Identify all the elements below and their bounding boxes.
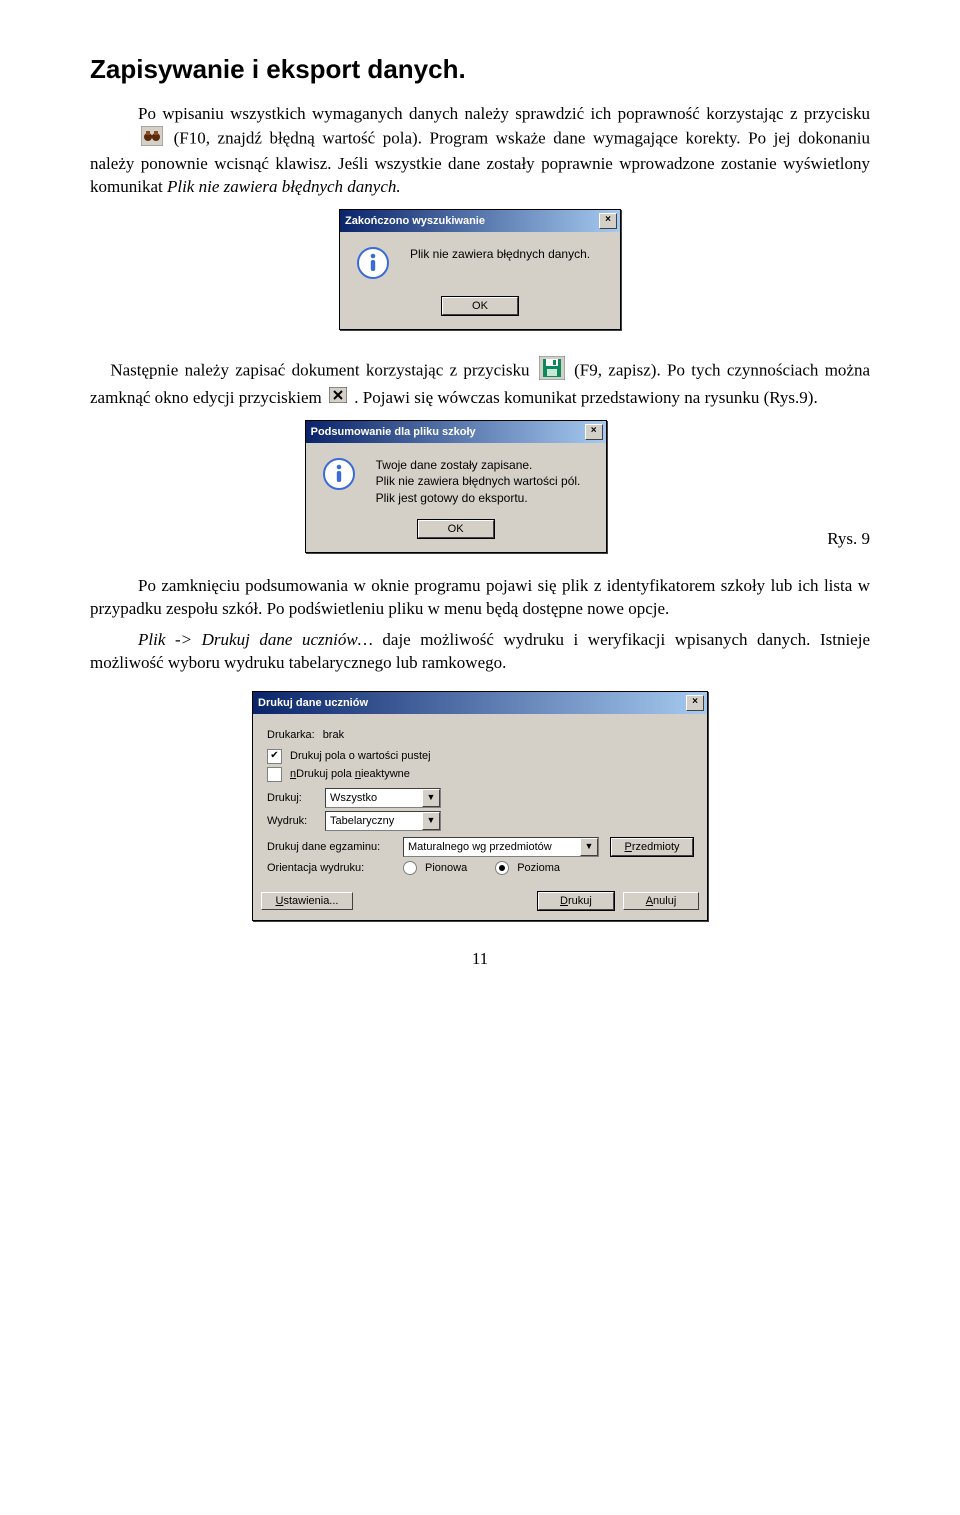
dialog1-message: Plik nie zawiera błędnych danych. — [410, 246, 590, 262]
ustawienia-button[interactable]: Ustawienia... — [261, 892, 353, 910]
anuluj-button[interactable]: Anuluj — [623, 892, 699, 910]
checkbox-inactive-fields-label: nDrukuj pola nieaktywneDrukuj pola nieak… — [290, 768, 410, 780]
wydruk-label: Wydruk: — [267, 815, 317, 827]
floppy-save-icon — [539, 356, 565, 387]
page-number: 11 — [90, 949, 870, 969]
drukuj-label: Drukuj: — [267, 792, 317, 804]
dialog-summary: Podsumowanie dla pliku szkoły × Twoje da… — [305, 420, 607, 553]
close-icon[interactable]: × — [686, 695, 704, 711]
dialog1-title: Zakończono wyszukiwanie — [345, 215, 485, 227]
exam-select[interactable]: Maturalnego wg przedmiotów ▼ — [403, 837, 599, 857]
figure-caption: Rys. 9 — [827, 529, 870, 549]
paragraph-4: Plik -> Drukuj dane uczniów… daje możliw… — [90, 629, 870, 675]
page-title: Zapisywanie i eksport danych. — [90, 54, 870, 85]
para2-part-a: Następnie należy zapisać dokument korzys… — [110, 360, 536, 379]
dialog2-message: Twoje dane zostały zapisane. Plik nie za… — [376, 457, 581, 506]
exam-label: Drukuj dane egzaminu: — [267, 841, 395, 853]
radio-landscape-label: Pozioma — [517, 862, 560, 874]
paragraph-2: Następnie należy zapisać dokument korzys… — [90, 356, 870, 411]
checkbox-inactive-fields[interactable] — [267, 767, 282, 782]
printer-row: Drukarka: brak — [267, 729, 693, 741]
dialog2-line3: Plik jest gotowy do eksportu. — [376, 490, 581, 506]
printer-value: brak — [323, 729, 344, 741]
wydruk-select[interactable]: Tabelaryczny ▼ — [325, 811, 441, 831]
chevron-down-icon: ▼ — [422, 789, 440, 807]
para2-part-c: . Pojawi się wówczas komunikat przedstaw… — [354, 388, 817, 407]
paragraph-1: Po wpisaniu wszystkich wymaganych danych… — [90, 103, 870, 199]
dialog3-title: Drukuj dane uczniów — [258, 697, 368, 709]
ok-button[interactable]: OK — [418, 520, 494, 538]
printer-label: Drukarka: — [267, 729, 315, 741]
dialog-search-complete: Zakończono wyszukiwanie × Plik nie zawie… — [339, 209, 621, 330]
dialog2-line2: Plik nie zawiera błędnych wartości pól. — [376, 473, 581, 489]
drukuj-select[interactable]: Wszystko ▼ — [325, 788, 441, 808]
close-icon[interactable]: × — [599, 213, 617, 229]
chevron-down-icon: ▼ — [580, 838, 598, 856]
binoculars-icon — [93, 126, 163, 153]
checkbox-empty-fields-label: Drukuj pola o wartości pustej — [290, 750, 431, 762]
para1-part-a: Po wpisaniu wszystkich wymaganych danych… — [138, 104, 870, 123]
info-icon — [322, 457, 356, 494]
info-icon — [356, 246, 390, 283]
para1-emphasis: Plik nie zawiera błędnych danych. — [167, 177, 401, 196]
close-window-icon — [329, 387, 347, 410]
radio-portrait-label: Pionowa — [425, 862, 467, 874]
close-icon[interactable]: × — [585, 424, 603, 440]
wydruk-value: Tabelaryczny — [330, 815, 394, 827]
dialog-print: Drukuj dane uczniów × Drukarka: brak ✔ D… — [252, 691, 708, 921]
ok-button[interactable]: OK — [442, 297, 518, 315]
checkbox-empty-fields[interactable]: ✔ — [267, 749, 282, 764]
chevron-down-icon: ▼ — [422, 812, 440, 830]
drukuj-button[interactable]: Drukuj — [538, 892, 614, 910]
drukuj-value: Wszystko — [330, 792, 377, 804]
przedmioty-button[interactable]: PPrzedmiotyrzedmioty — [611, 838, 693, 856]
dialog2-line1: Twoje dane zostały zapisane. — [376, 457, 581, 473]
paragraph-3: Po zamknięciu podsumowania w oknie progr… — [90, 575, 870, 621]
exam-value: Maturalnego wg przedmiotów — [408, 841, 552, 853]
para4-menu-path: Plik -> Drukuj dane uczniów… — [138, 630, 373, 649]
radio-portrait[interactable] — [403, 861, 417, 875]
orientation-label: Orientacja wydruku: — [267, 862, 395, 874]
dialog2-title: Podsumowanie dla pliku szkoły — [311, 426, 476, 438]
radio-landscape[interactable] — [495, 861, 509, 875]
